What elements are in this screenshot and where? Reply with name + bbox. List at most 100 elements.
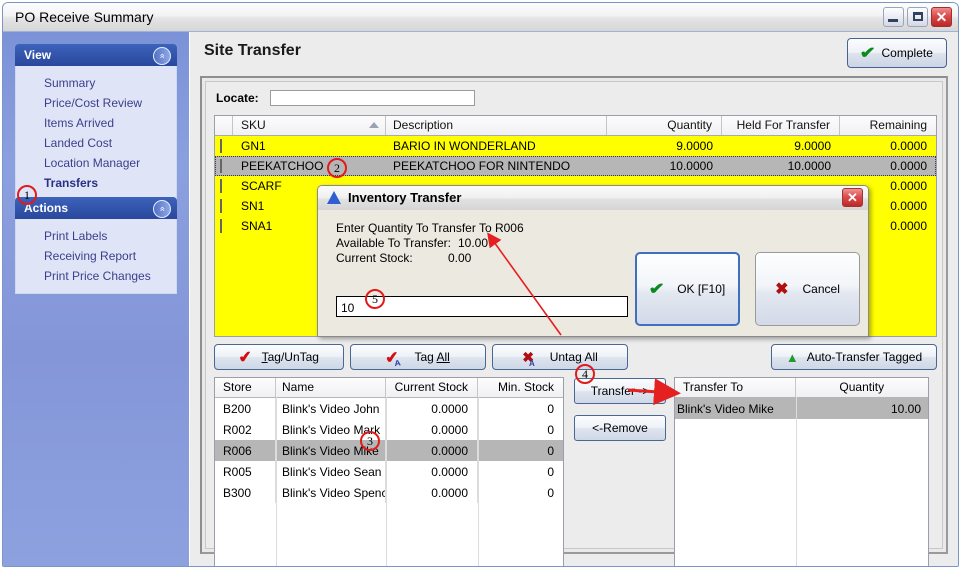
- cell-current-stock: 0.0000: [386, 398, 478, 419]
- untag-all-button[interactable]: ✖A Untag All: [492, 344, 628, 370]
- store-col-store[interactable]: Store: [215, 378, 276, 397]
- window-controls: ✕: [883, 7, 952, 27]
- cell-description: BARIO IN WONDERLAND: [393, 139, 536, 153]
- cell-transfer-to: Blink's Video Mike: [677, 401, 774, 416]
- cell-store: R002: [215, 419, 276, 440]
- locate-input[interactable]: [270, 90, 476, 106]
- table-row[interactable]: GN1 BARIO IN WONDERLAND 9.0000 9.0000 0.…: [215, 136, 936, 156]
- sidebar-item-items-arrived[interactable]: Items Arrived: [16, 113, 176, 133]
- sku-col-sku[interactable]: SKU: [233, 116, 386, 135]
- app-window: PO Receive Summary ✕ View « Summary Pric…: [2, 2, 959, 567]
- annotation-marker-1: 1: [17, 185, 37, 205]
- row-checkbox[interactable]: [220, 219, 222, 233]
- store-col-min-stock[interactable]: Min. Stock: [478, 378, 563, 397]
- cell-quantity: 9.0000: [676, 139, 713, 153]
- sidebar-item-summary[interactable]: Summary: [16, 73, 176, 93]
- sidebar-item-price-cost-review[interactable]: Price/Cost Review: [16, 93, 176, 113]
- sidebar-item-receiving-report[interactable]: Receiving Report: [16, 246, 176, 266]
- minimize-icon: [888, 19, 898, 22]
- table-row[interactable]: B300 Blink's Video Spencer 0.0000 0: [215, 482, 563, 503]
- sidebar-panel-actions: Actions « Print Labels Receiving Report …: [15, 197, 177, 294]
- row-checkbox[interactable]: [220, 159, 222, 173]
- sidebar-panel-actions-header[interactable]: Actions «: [15, 197, 177, 219]
- store-col-name[interactable]: Name: [276, 378, 386, 397]
- store-col-current-stock[interactable]: Current Stock: [386, 378, 478, 397]
- chevron-up-icon[interactable]: «: [153, 200, 171, 218]
- page-title: Site Transfer: [204, 42, 301, 59]
- table-row[interactable]: R002 Blink's Video Mark 0.0000 0: [215, 419, 563, 440]
- sku-col-description[interactable]: Description: [386, 116, 607, 135]
- cell-store: B200: [215, 398, 276, 419]
- chevron-up-icon[interactable]: «: [153, 47, 171, 65]
- table-row[interactable]: PEEKATCHOO PEEKATCHOO FOR NINTENDO 10.00…: [215, 156, 936, 176]
- cell-min-stock: 0: [547, 401, 554, 416]
- table-row[interactable]: Blink's Video Mike 10.00: [675, 398, 928, 419]
- dialog-available-value: 10.00: [458, 236, 489, 250]
- sidebar-item-location-manager[interactable]: Location Manager: [16, 153, 176, 173]
- sku-col-quantity[interactable]: Quantity: [607, 116, 722, 135]
- transfer-to-grid-header: Transfer To Quantity: [675, 378, 928, 398]
- dialog-instruction: Enter Quantity To Transfer To R006: [336, 221, 524, 235]
- store-grid-header: Store Name Current Stock Min. Stock: [215, 378, 563, 398]
- complete-button[interactable]: ✔ Complete: [847, 38, 947, 68]
- cell-current-stock: 0.0000: [386, 461, 478, 482]
- sidebar-panel-view-header[interactable]: View «: [15, 44, 177, 66]
- transfer-to-col-name[interactable]: Transfer To: [675, 378, 796, 397]
- cell-store: B300: [215, 482, 276, 503]
- tag-toolbar: ✔ Tag/UnTag ✔A Tag All ✖A Untag All ▲ Au…: [214, 344, 937, 370]
- cross-icon: ✖: [775, 281, 789, 298]
- store-grid: Store Name Current Stock Min. Stock B200…: [214, 377, 564, 566]
- dialog-body: Enter Quantity To Transfer To R006 Avail…: [318, 210, 868, 336]
- dialog-titlebar: Inventory Transfer ✕: [318, 186, 868, 211]
- table-row[interactable]: R005 Blink's Video Sean 0.0000 0: [215, 461, 563, 482]
- cell-current-stock: 0.0000: [386, 419, 478, 440]
- cell-transfer-quantity: 10.00: [890, 401, 921, 416]
- annotation-marker-3: 3: [360, 431, 380, 451]
- sidebar-item-landed-cost[interactable]: Landed Cost: [16, 133, 176, 153]
- complete-button-label: Complete: [881, 46, 933, 60]
- dialog-close-button[interactable]: ✕: [842, 188, 863, 207]
- table-row[interactable]: B200 Blink's Video John 0.0000 0: [215, 398, 563, 419]
- cell-store: R006: [215, 440, 276, 461]
- check-icon: ✔: [859, 45, 876, 62]
- sidebar-item-transfers[interactable]: Transfers: [16, 173, 176, 193]
- close-button[interactable]: ✕: [931, 7, 952, 27]
- auto-transfer-label: Auto-Transfer Tagged: [806, 350, 923, 364]
- triangle-icon: [327, 191, 341, 204]
- cell-description: PEEKATCHOO FOR NINTENDO: [393, 159, 571, 173]
- remove-button[interactable]: <-Remove: [574, 415, 666, 441]
- cell-remaining: 0.0000: [890, 139, 927, 153]
- tag-all-label: Tag All: [414, 350, 450, 364]
- minimize-button[interactable]: [883, 7, 904, 27]
- dialog-current-value: 0.00: [448, 251, 472, 265]
- table-row[interactable]: R006 Blink's Video Mike 0.0000 0: [215, 440, 563, 461]
- dialog-ok-button[interactable]: ✔ OK [F10]: [635, 252, 740, 326]
- transfer-to-grid: Transfer To Quantity Blink's Video Mike …: [674, 377, 929, 566]
- dialog-cancel-button[interactable]: ✖ Cancel: [755, 252, 860, 326]
- inventory-transfer-dialog: Inventory Transfer ✕ Enter Quantity To T…: [317, 185, 869, 337]
- transfer-to-col-quantity[interactable]: Quantity: [796, 378, 928, 397]
- cell-held: 10.0000: [787, 159, 831, 173]
- check-cross-red-icon: ✖A: [522, 348, 535, 368]
- sidebar-item-print-labels[interactable]: Print Labels: [16, 226, 176, 246]
- sku-col-remaining[interactable]: Remaining: [840, 116, 936, 135]
- row-checkbox[interactable]: [220, 199, 222, 213]
- tag-all-button[interactable]: ✔A Tag All: [350, 344, 486, 370]
- tag-untag-button[interactable]: ✔ Tag/UnTag: [214, 344, 344, 370]
- dialog-cancel-label: Cancel: [802, 282, 840, 296]
- row-checkbox[interactable]: [220, 179, 222, 193]
- transfer-arrow-icon: ▲: [785, 349, 799, 365]
- sidebar-panel-view-title: View: [24, 48, 52, 62]
- sku-col-check: [215, 116, 233, 135]
- maximize-button[interactable]: [907, 7, 928, 27]
- row-checkbox[interactable]: [220, 139, 222, 153]
- cell-name: Blink's Video John: [276, 398, 386, 419]
- sidebar-item-print-price-changes[interactable]: Print Price Changes: [16, 266, 176, 286]
- dialog-current-label: Current Stock:: [336, 251, 413, 265]
- locate-row: Locate:: [216, 90, 476, 106]
- cell-name: Blink's Video Sean: [276, 461, 386, 482]
- cell-store: R005: [215, 461, 276, 482]
- sku-col-held[interactable]: Held For Transfer: [722, 116, 840, 135]
- sidebar-panel-actions-body: Print Labels Receiving Report Print Pric…: [15, 219, 177, 294]
- auto-transfer-tagged-button[interactable]: ▲ Auto-Transfer Tagged: [771, 344, 937, 370]
